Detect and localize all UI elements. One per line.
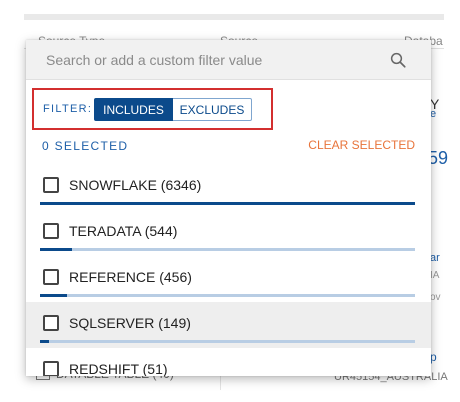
option-item[interactable]: SNOWFLAKE (6346) [26,164,431,210]
option-list: SNOWFLAKE (6346) TERADATA (544) REFERENC… [26,164,431,376]
background-toolbar [24,14,444,20]
background-fragment: Y [430,96,440,112]
count-bar-track [40,294,415,297]
excludes-button[interactable]: EXCLUDES [173,98,252,121]
option-item[interactable]: SQLSERVER (149) [26,302,431,348]
checkbox[interactable] [43,361,59,376]
filter-mode-group: FILTER: INCLUDES EXCLUDES [32,88,273,130]
filter-dropdown: FILTER: INCLUDES EXCLUDES 0 SELECTED CLE… [26,40,431,376]
option-label: SQLSERVER (149) [69,315,191,331]
includes-button[interactable]: INCLUDES [94,98,173,121]
background-fragment: 59 [428,148,449,168]
search-input[interactable] [46,50,386,70]
checkbox[interactable] [43,177,59,193]
option-label: REDSHIFT (51) [69,361,168,376]
checkbox[interactable] [43,269,59,285]
background-fragment: IA [430,270,440,281]
checkbox[interactable] [43,223,59,239]
search-icon[interactable] [389,51,407,69]
option-label: TERADATA (544) [69,223,178,239]
count-bar-track [40,248,415,251]
selected-count: 0 SELECTED [42,139,129,153]
count-bar-track [40,340,415,343]
count-bar-fill [40,340,49,343]
option-item[interactable]: REDSHIFT (51) [26,348,431,376]
option-item[interactable]: REFERENCE (456) [26,256,431,302]
count-bar-fill [40,294,67,297]
option-item[interactable]: TERADATA (544) [26,210,431,256]
background-fragment: p [430,350,437,364]
count-bar-fill [40,202,415,205]
search-bar [26,40,431,80]
background-fragment: ar [430,252,440,264]
filter-label: FILTER: [43,103,93,115]
option-label: SNOWFLAKE (6346) [69,177,202,193]
clear-selected-button[interactable]: CLEAR SELECTED [308,138,415,152]
background-fragment: ov [430,292,441,303]
count-bar-track [40,202,415,205]
checkbox[interactable] [43,315,59,331]
option-label: REFERENCE (456) [69,269,192,285]
count-bar-fill [40,248,73,251]
